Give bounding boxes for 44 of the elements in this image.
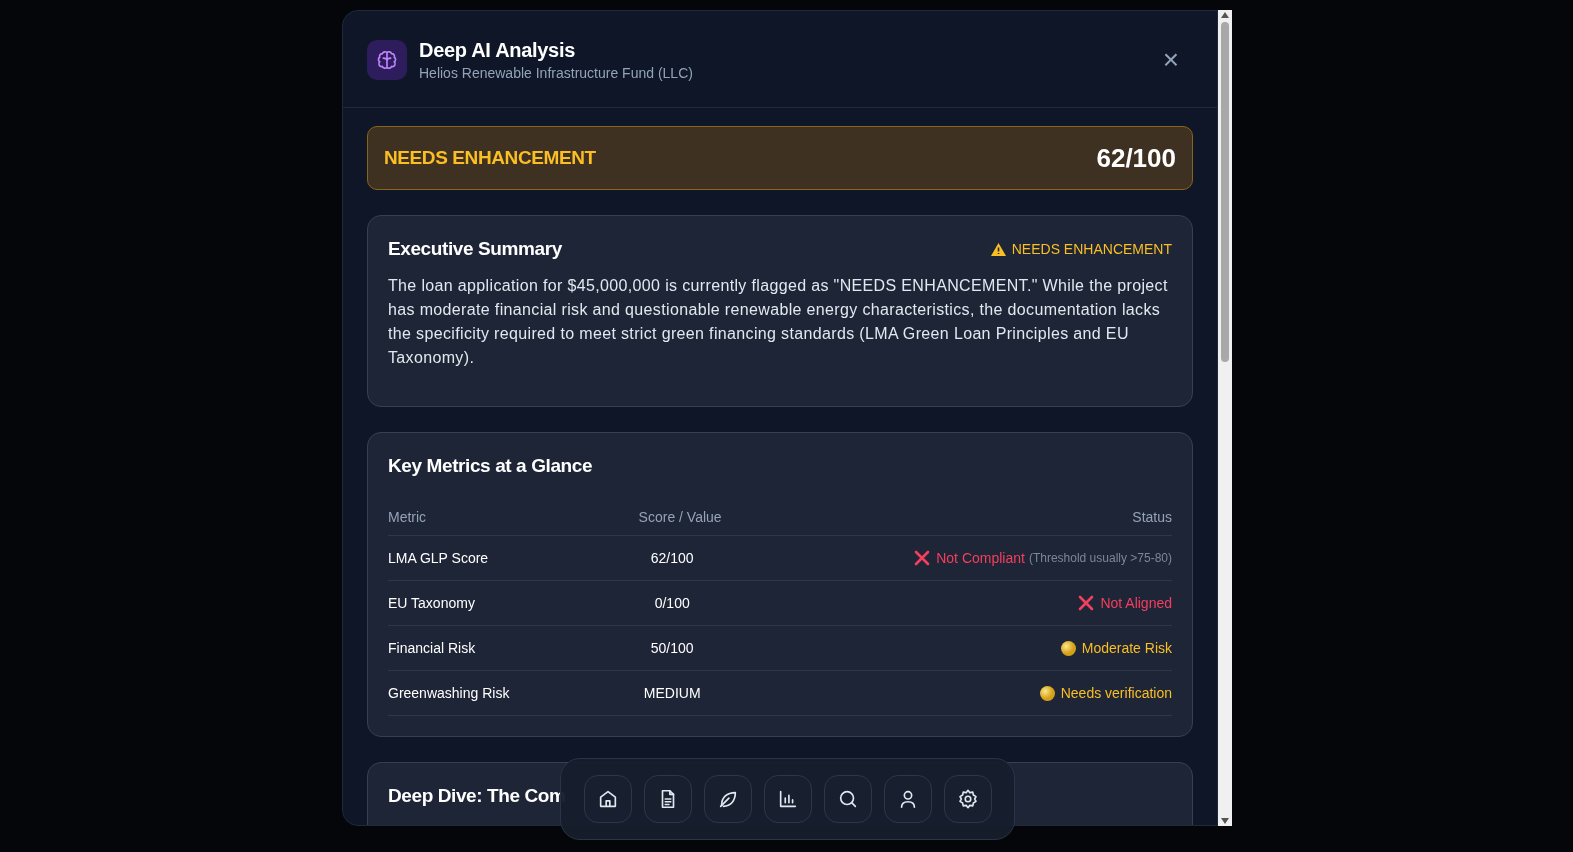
- table-cell-text: MEDIUM: [642, 685, 702, 701]
- status-label: NEEDS ENHANCEMENT: [1011, 241, 1172, 257]
- search-icon-button[interactable]: [823, 775, 872, 823]
- card-title: Deep Dive: The Com: [388, 785, 566, 806]
- warning-icon: [990, 242, 1006, 256]
- table-cell-text: Financial Risk: [388, 640, 477, 656]
- cross-icon: [914, 550, 931, 566]
- score-value: 62/100: [1096, 142, 1176, 174]
- card-title: Key Metrics at a Glance: [388, 455, 593, 476]
- card-title: Executive Summary: [388, 238, 562, 260]
- scroll-up-icon[interactable]: [1220, 10, 1230, 20]
- status-text: Not Compliant: [936, 550, 1025, 566]
- column-header: Status: [1131, 509, 1172, 525]
- table-cell-text: 0/100: [653, 595, 691, 611]
- cross-icon: [1078, 595, 1095, 611]
- status-label: NEEDS ENHANCEMENT: [384, 147, 596, 169]
- close-button[interactable]: ×: [1158, 46, 1183, 74]
- table-cell-text: LMA GLP Score: [388, 550, 490, 566]
- settings-icon-button[interactable]: [943, 775, 992, 823]
- column-header: Score / Value: [637, 509, 723, 525]
- status-text: Moderate Risk: [1081, 640, 1172, 656]
- table-cell-text: 50/100: [649, 640, 695, 656]
- bar-chart-icon-button[interactable]: [763, 775, 812, 823]
- home-icon-button[interactable]: [583, 775, 632, 823]
- brain-icon: [367, 40, 407, 80]
- table-cell-text: Greenwashing Risk: [388, 685, 511, 701]
- status-text: Needs verification: [1060, 685, 1172, 701]
- table-cell-text: 62/100: [649, 550, 695, 566]
- scrollbar[interactable]: [1218, 10, 1232, 826]
- column-header: Metric: [388, 509, 428, 525]
- table-cell-text: EU Taxonomy: [388, 595, 476, 611]
- settings-icon: [956, 788, 979, 810]
- user-icon-button[interactable]: [883, 775, 932, 823]
- threshold-note: (Threshold usually >75-80): [1028, 551, 1172, 565]
- status-text: Not Aligned: [1100, 595, 1172, 611]
- scroll-thumb[interactable]: [1221, 22, 1229, 362]
- circle-icon: [1060, 640, 1076, 656]
- document-icon-button[interactable]: [643, 775, 692, 823]
- circle-icon: [1039, 685, 1055, 701]
- dialog-title: Deep AI Analysis: [419, 39, 576, 62]
- scroll-down-icon[interactable]: [1220, 816, 1230, 826]
- summary-text: The loan application for $45,000,000 is currently flagged as "NEEDS ENHANCEMENT." While the project has moderate financial risk and questionable renewable energy characteristics, the documentation lacks the specificity required to meet strict green financing standards (LMA Green Loan Principles and EU Taxonomy).: [388, 276, 1169, 368]
- leaf-icon-button[interactable]: [703, 775, 752, 823]
- dialog-subtitle: Helios Renewable Infrastructure Fund (LLC): [419, 65, 694, 81]
